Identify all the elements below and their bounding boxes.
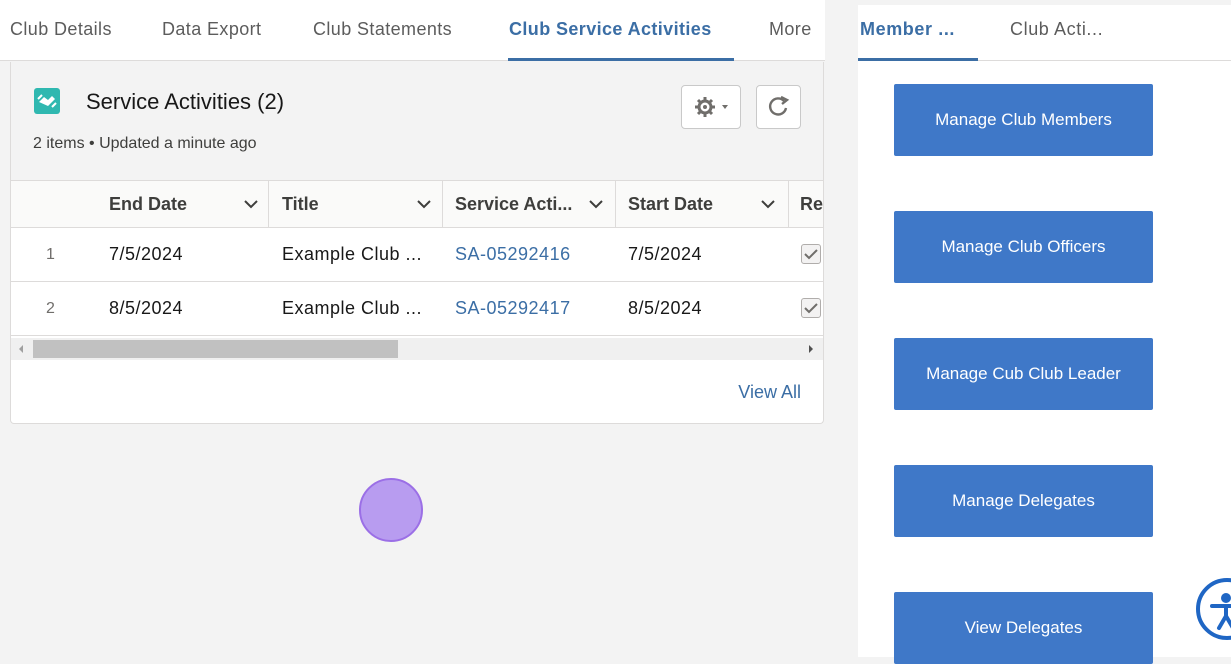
chevron-down-icon[interactable]: [760, 181, 776, 228]
manage-cub-club-leader-button[interactable]: Manage Cub Club Leader: [894, 338, 1153, 410]
accessibility-icon: [1210, 593, 1231, 630]
row-checkbox[interactable]: [801, 244, 821, 264]
right-panel: Member ... Club Acti... Manage Club Memb…: [858, 5, 1231, 664]
card-header: Service Activities (2) 2 items • Updated…: [11, 62, 823, 180]
table-row: 2 8/5/2024 Example Club ... SA-05292417 …: [11, 282, 823, 336]
service-activities-card: Service Activities (2) 2 items • Updated…: [10, 62, 824, 424]
list-settings-button[interactable]: [681, 85, 741, 129]
table-header: End Date Title Service Acti... Start Dat…: [11, 180, 823, 228]
click-indicator: [359, 478, 423, 542]
tab-data-export[interactable]: Data Export: [162, 19, 261, 40]
checkmark-icon: [804, 249, 818, 260]
manage-club-officers-button[interactable]: Manage Club Officers: [894, 211, 1153, 283]
view-delegates-button[interactable]: View Delegates: [894, 592, 1153, 664]
tab-club-details[interactable]: Club Details: [10, 19, 112, 40]
column-header-start-date[interactable]: Start Date: [628, 181, 713, 228]
table-row: 1 7/5/2024 Example Club ... SA-05292416 …: [11, 228, 823, 282]
row-checkbox[interactable]: [801, 298, 821, 318]
scroll-left-icon[interactable]: [17, 344, 25, 354]
view-all-link[interactable]: View All: [738, 382, 801, 403]
horizontal-scrollbar[interactable]: [11, 338, 823, 360]
active-tab-indicator: [858, 58, 978, 61]
card-title[interactable]: Service Activities (2): [86, 89, 284, 115]
cell-title: Example Club ...: [282, 244, 423, 264]
active-tab-indicator: [508, 58, 734, 61]
checkmark-icon: [804, 303, 818, 314]
tab-club-service-activities[interactable]: Club Service Activities: [509, 19, 712, 40]
cell-end-date: 8/5/2024: [109, 298, 184, 318]
cell-start-date: 7/5/2024: [628, 244, 703, 264]
cell-start-date: 8/5/2024: [628, 298, 703, 318]
scrollbar-thumb[interactable]: [33, 340, 398, 358]
column-divider: [442, 181, 443, 228]
refresh-button[interactable]: [756, 85, 801, 129]
chevron-down-icon[interactable]: [416, 181, 432, 228]
right-tab-bar: Member ... Club Acti...: [858, 5, 1231, 61]
tab-more[interactable]: More: [769, 19, 812, 40]
cell-title: Example Club ...: [282, 298, 423, 318]
column-header-title[interactable]: Title: [282, 181, 319, 228]
cell-service-activity-link[interactable]: SA-05292417: [455, 282, 571, 335]
column-header-service-activity[interactable]: Service Acti...: [455, 181, 572, 228]
column-header-re[interactable]: Re: [800, 181, 823, 228]
column-divider: [615, 181, 616, 228]
cell-end-date: 7/5/2024: [109, 244, 184, 264]
card-subtitle: 2 items • Updated a minute ago: [33, 135, 257, 152]
record-tab-bar: Club Details Data Export Club Statements…: [0, 0, 825, 61]
refresh-icon: [769, 95, 790, 116]
cell-service-activity-link[interactable]: SA-05292416: [455, 228, 571, 281]
column-header-end-date[interactable]: End Date: [109, 181, 187, 228]
manage-delegates-button[interactable]: Manage Delegates: [894, 465, 1153, 537]
manage-club-members-button[interactable]: Manage Club Members: [894, 84, 1153, 156]
row-number: 1: [46, 246, 56, 263]
chevron-down-icon[interactable]: [243, 181, 259, 228]
tab-member[interactable]: Member ...: [860, 19, 955, 40]
chevron-down-icon[interactable]: [588, 181, 604, 228]
tab-club-activities[interactable]: Club Acti...: [1010, 19, 1103, 40]
column-divider: [268, 181, 269, 228]
tab-club-statements[interactable]: Club Statements: [313, 19, 452, 40]
column-divider: [788, 181, 789, 228]
scroll-right-icon[interactable]: [807, 344, 815, 354]
row-number: 2: [46, 300, 56, 317]
gear-icon: [695, 97, 728, 117]
handshake-icon: [34, 88, 60, 114]
